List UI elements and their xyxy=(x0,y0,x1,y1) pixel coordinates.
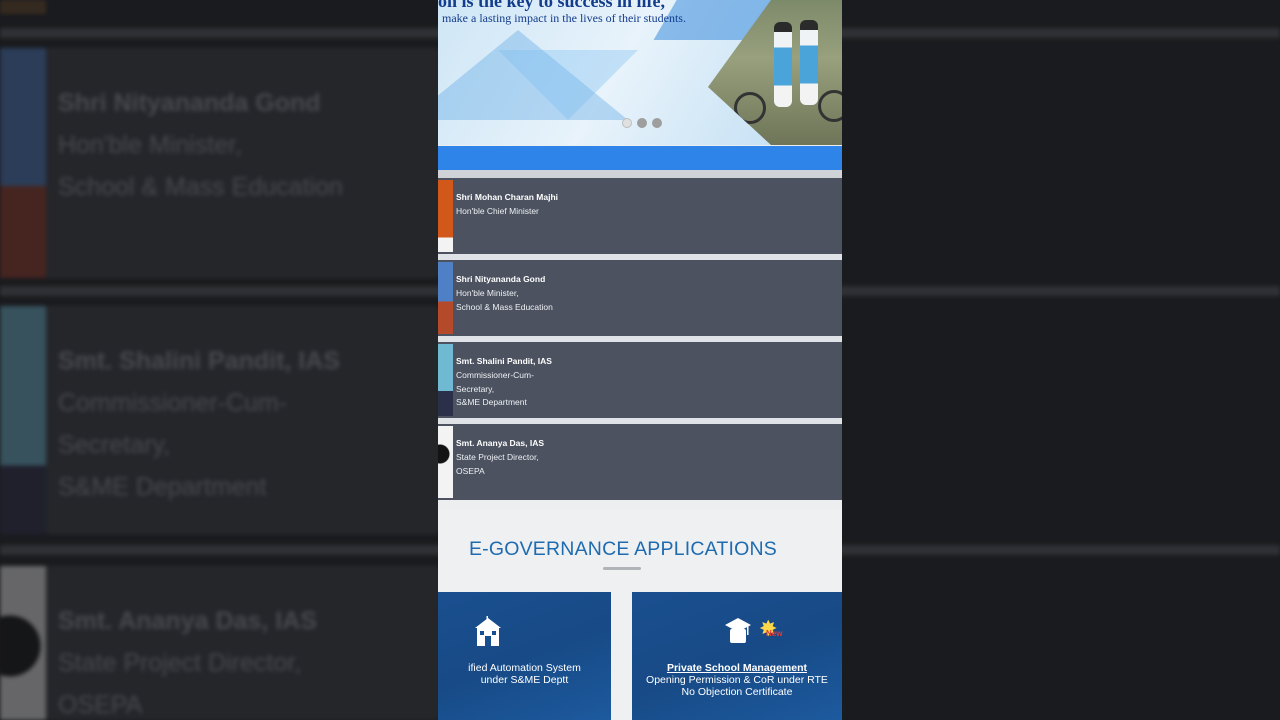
official-card[interactable]: Smt. Ananya Das, IAS State Project Direc… xyxy=(438,424,842,500)
decorative-shape xyxy=(498,50,638,120)
student-figure xyxy=(774,22,792,107)
card-line: under S&ME Deptt xyxy=(480,674,569,686)
egov-card-automation[interactable]: ified Automation System under S&ME Deptt xyxy=(438,592,611,720)
private-school-management-link[interactable]: Private School Management xyxy=(632,662,842,674)
bicycle-wheel xyxy=(734,92,766,124)
official-name: Shri Mohan Charan Majhi xyxy=(456,192,559,202)
section-title: E-GOVERNANCE APPLICATIONS xyxy=(468,538,778,560)
carousel-indicators[interactable] xyxy=(622,118,662,128)
student-figure xyxy=(800,20,818,105)
card-line: Opening Permission & CoR under RTE xyxy=(646,674,828,686)
official-role: Hon'ble Chief Minister xyxy=(456,206,539,216)
official-photo xyxy=(438,426,453,498)
official-role: OSEPA xyxy=(456,465,485,476)
card-line: ified Automation System xyxy=(468,662,581,674)
official-role: S&ME Department xyxy=(456,397,527,407)
gray-strip xyxy=(438,170,842,178)
hero-banner[interactable]: on is the key to success in life, make a… xyxy=(438,0,842,145)
official-name: Smt. Ananya Das, IAS xyxy=(456,438,545,448)
school-building-icon xyxy=(471,616,505,652)
official-role: School & Mass Education xyxy=(456,301,553,312)
official-photo xyxy=(438,262,453,334)
bicycle-wheel xyxy=(818,90,842,122)
official-role: Secretary, xyxy=(456,383,495,394)
official-photo xyxy=(438,344,453,416)
official-role: Commissioner-Cum- xyxy=(456,370,534,380)
card-line: No Objection Certificate xyxy=(681,686,793,698)
new-badge-label: New xyxy=(766,629,783,638)
egov-card-private-school[interactable]: ✸ New Private School Management Opening … xyxy=(632,592,842,720)
officials-list: Shri Mohan Charan Majhi Hon'ble Chief Mi… xyxy=(438,178,842,500)
title-underline xyxy=(603,567,641,570)
official-card[interactable]: Shri Nityananda Gond Hon'ble Minister, S… xyxy=(438,260,842,336)
carousel-dot[interactable] xyxy=(652,118,662,128)
graduation-cap-icon xyxy=(724,616,752,650)
blue-strip xyxy=(438,146,842,170)
official-role: State Project Director, xyxy=(456,452,539,462)
page-viewport[interactable]: on is the key to success in life, make a… xyxy=(438,0,842,720)
official-card[interactable]: Shri Mohan Charan Majhi Hon'ble Chief Mi… xyxy=(438,178,842,254)
official-role: Hon'ble Minister, xyxy=(456,288,519,298)
official-photo xyxy=(438,180,453,252)
official-name: Shri Nityananda Gond xyxy=(456,274,546,284)
banner-subtitle: make a lasting impact in the lives of th… xyxy=(442,11,686,25)
carousel-dot[interactable] xyxy=(637,118,647,128)
official-name: Smt. Shalini Pandit, IAS xyxy=(456,356,552,366)
egovernance-section: E-GOVERNANCE APPLICATIONS ified Automati… xyxy=(438,510,842,720)
carousel-dot[interactable] xyxy=(622,118,632,128)
official-card[interactable]: Smt. Shalini Pandit, IAS Commissioner-Cu… xyxy=(438,342,842,418)
